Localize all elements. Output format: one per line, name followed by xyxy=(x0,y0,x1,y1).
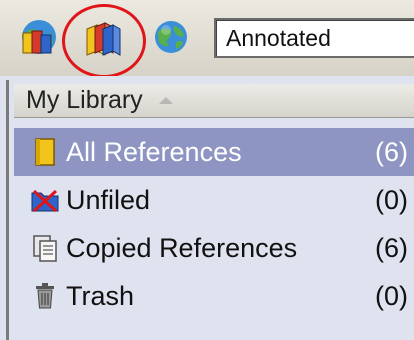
copy-documents-icon xyxy=(28,231,62,265)
group-count: (0) xyxy=(375,280,408,311)
group-trash[interactable]: Trash (0) xyxy=(14,272,414,320)
highlight-circle xyxy=(62,4,146,78)
group-count: (0) xyxy=(375,184,408,215)
globe-books-icon xyxy=(22,20,56,54)
toolbar: Annotated xyxy=(0,0,414,78)
group-label: All References xyxy=(66,136,242,167)
unfiled-folder-icon xyxy=(28,183,62,217)
group-all-references[interactable]: All References (6) xyxy=(14,128,414,176)
group-count: (6) xyxy=(375,136,408,167)
trash-can-icon xyxy=(28,279,62,313)
output-style-select[interactable]: Annotated xyxy=(214,18,414,58)
group-count: (6) xyxy=(375,232,408,263)
globe-icon xyxy=(155,21,187,53)
reference-book-icon xyxy=(28,135,62,169)
sort-arrow-icon xyxy=(158,97,173,104)
panel-border xyxy=(6,80,9,340)
library-header-label: My Library xyxy=(26,86,143,114)
library-header[interactable]: My Library xyxy=(14,84,414,118)
online-search-button[interactable] xyxy=(16,12,62,62)
group-label: Copied References xyxy=(66,232,298,263)
group-label: Trash xyxy=(66,280,135,311)
group-label: Unfiled xyxy=(66,184,151,215)
web-button[interactable] xyxy=(148,12,194,62)
group-copied-references[interactable]: Copied References (6) xyxy=(14,224,414,272)
output-style-value: Annotated xyxy=(226,24,331,51)
group-unfiled[interactable]: Unfiled (0) xyxy=(14,176,414,224)
